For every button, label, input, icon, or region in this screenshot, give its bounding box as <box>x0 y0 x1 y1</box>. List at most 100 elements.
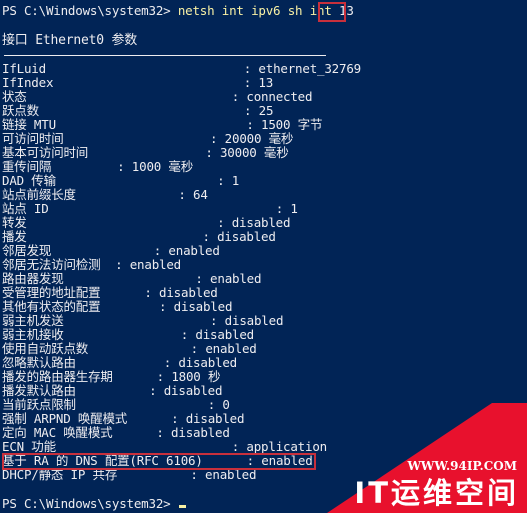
final-prompt: PS C:\Windows\system32> <box>2 496 178 511</box>
row-label: 受管理的地址配置 <box>2 285 101 300</box>
output-row: 邻居发现 : enabled <box>2 244 220 258</box>
row-label: 邻居发现 <box>2 243 52 258</box>
output-row: 使用自动跃点数 : enabled <box>2 342 257 356</box>
row-padding <box>76 383 149 398</box>
row-padding <box>64 313 211 328</box>
watermark-name: IT运维空间 <box>354 476 519 510</box>
row-padding <box>64 131 211 146</box>
row-value: : disabled <box>180 327 254 342</box>
row-label: 邻居无法访问检测 <box>2 257 101 272</box>
output-row: 路由器发现 : enabled <box>2 271 262 286</box>
row-value: : 1 <box>275 201 298 216</box>
row-padding <box>51 159 117 174</box>
output-row: 站点前缀长度 : 64 <box>2 188 208 202</box>
row-value: : disabled <box>156 425 230 440</box>
row-value: : disabled <box>217 215 291 230</box>
watermark-url: WWW.94IP.COM <box>407 459 517 473</box>
output-row: 站点 ID : 1 <box>2 202 298 216</box>
row-padding <box>27 229 203 244</box>
row-value: : enabled <box>190 341 257 356</box>
output-row: 受管理的地址配置 : disabled <box>2 286 218 300</box>
output-row: 定向 MAC 唤醒模式 : disabled <box>2 426 230 440</box>
row-label: 弱主机发送 <box>2 313 64 328</box>
row-padding <box>46 61 244 76</box>
row-label: DAD 传输 <box>2 173 56 188</box>
row-label: ECN 功能 <box>2 439 56 454</box>
row-label: 其他有状态的配置 <box>2 299 101 314</box>
row-padding <box>88 145 205 160</box>
output-row: 基本可访问时间 : 30000 毫秒 <box>2 146 289 160</box>
command-line: PS C:\Windows\system32> netsh int ipv6 s… <box>2 4 354 18</box>
row-label: 转发 <box>2 215 27 230</box>
row-label: 站点前缀长度 <box>2 187 76 202</box>
row-padding <box>56 173 217 188</box>
output-row: DHCP/静态 IP 共存 : enabled <box>2 468 257 482</box>
row-label: 重传间隔 <box>2 159 52 174</box>
row-value: : 13 <box>243 75 274 90</box>
row-padding <box>49 201 276 216</box>
heading-underline <box>4 55 326 56</box>
output-row: IfIndex : 13 <box>2 76 273 90</box>
row-label: 可访问时间 <box>2 131 64 146</box>
output-row: 弱主机发送 : disabled <box>2 314 283 328</box>
output-row: 可访问时间 : 20000 毫秒 <box>2 132 293 146</box>
row-value: : disabled <box>159 299 233 314</box>
row-label: 弱主机接收 <box>2 327 64 342</box>
output-row: IfLuid : ethernet_32769 <box>2 62 361 76</box>
output-row: 播发 : disabled <box>2 230 276 244</box>
row-label: 状态 <box>2 89 27 104</box>
row-padding <box>112 425 156 440</box>
highlight-box-interface-index <box>318 2 346 22</box>
row-value: : 30000 毫秒 <box>205 145 289 160</box>
row-label: 当前跃点限制 <box>2 397 76 412</box>
output-row: 播发的路由器生存期 : 1800 秒 <box>2 370 220 384</box>
command-text: netsh int ipv6 sh int <box>177 3 339 18</box>
output-heading: 接口 Ethernet0 参数 <box>2 33 138 48</box>
row-value: : 1800 秒 <box>156 369 221 384</box>
output-row: 链接 MTU : 1500 字节 <box>2 118 322 132</box>
row-label: 站点 ID <box>2 201 49 216</box>
row-value: : disabled <box>171 411 245 426</box>
row-padding <box>53 75 243 90</box>
row-value: : enabled <box>115 257 181 272</box>
row-padding <box>100 299 159 314</box>
prompt: PS C:\Windows\system32> <box>2 3 178 18</box>
row-padding <box>127 411 171 426</box>
row-padding <box>51 243 154 258</box>
row-padding <box>39 103 244 118</box>
row-label: 基本可访问时间 <box>2 145 89 160</box>
row-value: : 0 <box>207 397 230 412</box>
output-row: 状态 : connected <box>2 89 313 104</box>
row-label: IfIndex <box>2 75 54 90</box>
row-value: : disabled <box>202 229 276 244</box>
final-prompt-line[interactable]: PS C:\Windows\system32> <box>2 497 186 511</box>
output-row: 当前跃点限制 : 0 <box>2 398 230 412</box>
row-value: : disabled <box>210 313 284 328</box>
output-row: 其他有状态的配置 : disabled <box>2 300 232 314</box>
row-padding <box>64 271 196 286</box>
output-row: DAD 传输 : 1 <box>2 174 239 188</box>
row-padding <box>56 439 232 454</box>
output-row: ECN 功能 : application <box>2 440 327 454</box>
row-padding <box>56 117 246 132</box>
output-row: 弱主机接收 : disabled <box>2 328 254 342</box>
row-value: : disabled <box>149 383 223 398</box>
row-padding <box>64 327 181 342</box>
row-padding <box>100 257 115 272</box>
row-padding <box>76 355 164 370</box>
row-label: 播发的路由器生存期 <box>2 369 113 384</box>
row-label: 强制 ARPND 唤醒模式 <box>2 411 128 426</box>
row-value: : 1 <box>217 173 240 188</box>
output-row: 重传间隔 : 1000 毫秒 <box>2 160 193 174</box>
row-value: : enabled <box>153 243 220 258</box>
row-label: 跃点数 <box>2 103 39 118</box>
row-value: : enabled <box>195 271 262 286</box>
row-label: 路由器发现 <box>2 271 64 286</box>
row-label: 定向 MAC 唤醒模式 <box>2 425 113 440</box>
output-row: 转发 : disabled <box>2 215 291 230</box>
row-value: : disabled <box>163 355 237 370</box>
output-row: 强制 ARPND 唤醒模式 : disabled <box>2 411 245 426</box>
row-padding <box>113 369 157 384</box>
row-value: : disabled <box>144 285 218 300</box>
row-value: : 25 <box>244 103 274 118</box>
